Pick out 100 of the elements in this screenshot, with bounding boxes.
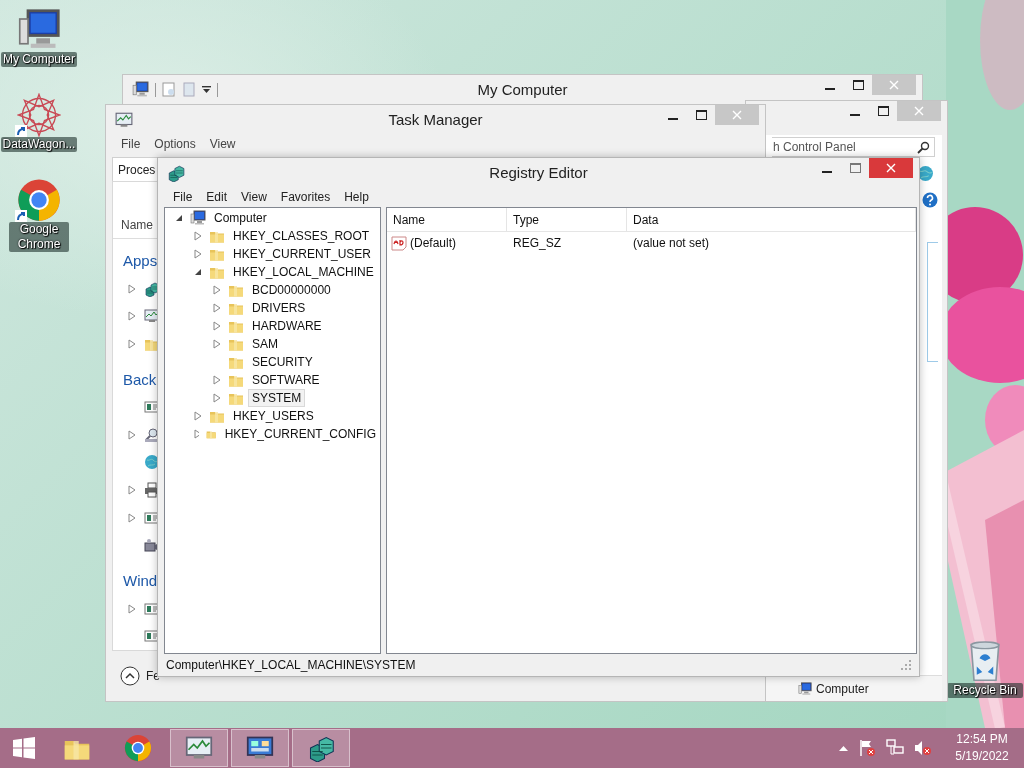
close-icon [889,80,899,90]
close-icon [886,163,896,173]
expand-arrow-icon[interactable] [128,311,136,322]
group-heading: Wind [122,571,158,592]
minimize-icon [668,117,678,120]
table-cell: (Default) [410,235,456,250]
cubes-icon [167,164,185,182]
column-header[interactable]: Data [627,208,916,232]
monitor-graph-icon [115,111,133,129]
expand-arrow-icon[interactable] [194,429,200,439]
menu-item[interactable]: View [202,136,243,151]
column-header[interactable]: Name [387,208,507,232]
flag-error-icon[interactable] [858,739,876,757]
menu-item[interactable]: Edit [199,189,235,204]
collapse-circle-icon[interactable] [120,666,140,686]
table-cell-text: REG_SZ [512,235,562,250]
tree-item[interactable]: HKEY_USERS [229,407,318,425]
chrome-icon[interactable] [17,178,61,222]
collapse-arrow-icon[interactable] [175,214,183,222]
expand-arrow-icon[interactable] [194,411,202,421]
maximize-icon [849,163,861,173]
tree-item[interactable]: BCD00000000 [248,281,335,299]
close-icon [914,106,924,116]
desktop-icon-label[interactable]: DataWagon... [1,137,77,152]
expand-arrow-icon[interactable] [128,603,136,614]
network-icon[interactable] [886,739,904,757]
tree-item[interactable]: HKEY_CLASSES_ROOT [229,227,374,245]
expand-arrow-icon[interactable] [128,512,136,523]
desktop-icon-label[interactable]: Recycle Bin [947,683,1023,698]
maximize-icon [877,106,889,116]
chrome-icon [124,734,152,762]
tree-item[interactable]: DRIVERS [248,299,310,317]
help-icon[interactable] [922,192,938,208]
dropdown-arrow-icon[interactable] [202,85,211,94]
tree-item[interactable]: Computer [210,209,271,227]
printer-icon [144,482,160,499]
menu-item[interactable]: File [114,136,148,151]
monitor-graph-icon [185,734,213,762]
resize-grip-icon [901,660,911,670]
expand-arrow-icon[interactable] [128,429,136,440]
expand-arrow-icon[interactable] [213,375,221,385]
menu-item[interactable]: Favorites [273,189,338,204]
window-title: Task Manager [388,110,483,128]
column-header[interactable]: Type [507,208,627,232]
tree-item[interactable]: HKEY_CURRENT_USER [229,245,376,263]
expand-arrow-icon[interactable] [194,231,202,241]
menu-item[interactable]: File [166,189,200,204]
group-heading: Back [122,369,157,390]
expand-arrow-icon[interactable] [128,339,136,349]
clock-time: 12:54 PM [956,731,1008,748]
tree-item[interactable]: SOFTWARE [248,371,324,389]
collapse-arrow-icon[interactable] [194,268,202,276]
minimize-icon [822,170,832,173]
column-header[interactable]: Name [121,218,153,233]
show-hidden-icons-icon[interactable] [839,745,848,751]
taskbar-button[interactable] [292,729,350,767]
star-pattern-icon[interactable] [17,93,61,137]
computer-icon [798,681,812,696]
expand-arrow-icon[interactable] [213,285,221,295]
status-bar-text: Computer\HKEY_LOCAL_MACHINE\SYSTEM [166,658,416,672]
expand-arrow-icon[interactable] [213,321,221,331]
expand-arrow-icon[interactable] [128,485,136,496]
clock-date: 5/19/2022 [955,748,1009,765]
table-cell-text: (value not set) [632,235,711,250]
maximize-icon [695,110,707,120]
computer-icon [190,210,206,226]
tree-item[interactable]: SYSTEM [248,389,306,407]
window-title: Registry Editor [489,163,588,181]
taskbar-button[interactable] [170,729,228,767]
desktop-icon-label[interactable]: Google Chrome [9,222,69,252]
tree-item[interactable]: HKEY_CURRENT_CONFIG [220,425,380,443]
speaker-muted-icon[interactable] [914,739,932,757]
tree-item[interactable]: SAM [248,335,282,353]
taskbar-button[interactable] [231,729,289,767]
computer-icon[interactable] [132,81,149,98]
tree-item[interactable]: SECURITY [248,353,317,371]
expand-arrow-icon[interactable] [128,283,136,294]
maximize-icon [852,80,864,90]
menu-item[interactable]: Help [337,189,376,204]
expand-arrow-icon[interactable] [213,303,221,313]
menu-item[interactable]: View [234,189,274,204]
tree-item[interactable]: HARDWARE [248,317,326,335]
search-field[interactable]: h Control Panel [772,137,935,157]
menu-item[interactable]: Options [147,136,203,151]
expand-arrow-icon[interactable] [213,339,221,349]
minimize-icon [825,87,835,90]
desktop-icon-label[interactable]: My Computer [1,52,77,67]
expand-arrow-icon[interactable] [194,249,202,259]
start-button[interactable] [12,736,36,760]
control-panel-icon [246,734,274,762]
window-title: My Computer [477,80,568,98]
tree-item[interactable]: HKEY_LOCAL_MACHINE [229,263,378,281]
expand-arrow-icon[interactable] [213,393,221,403]
group-heading: Apps [122,251,158,272]
status-text: Computer [816,681,869,696]
string-value-icon [391,234,407,251]
tab[interactable]: Proces [112,157,160,181]
clock[interactable]: 12:54 PM 5/19/2022 [950,731,1014,765]
minimize-icon [850,113,860,116]
cubes-icon [307,734,335,762]
